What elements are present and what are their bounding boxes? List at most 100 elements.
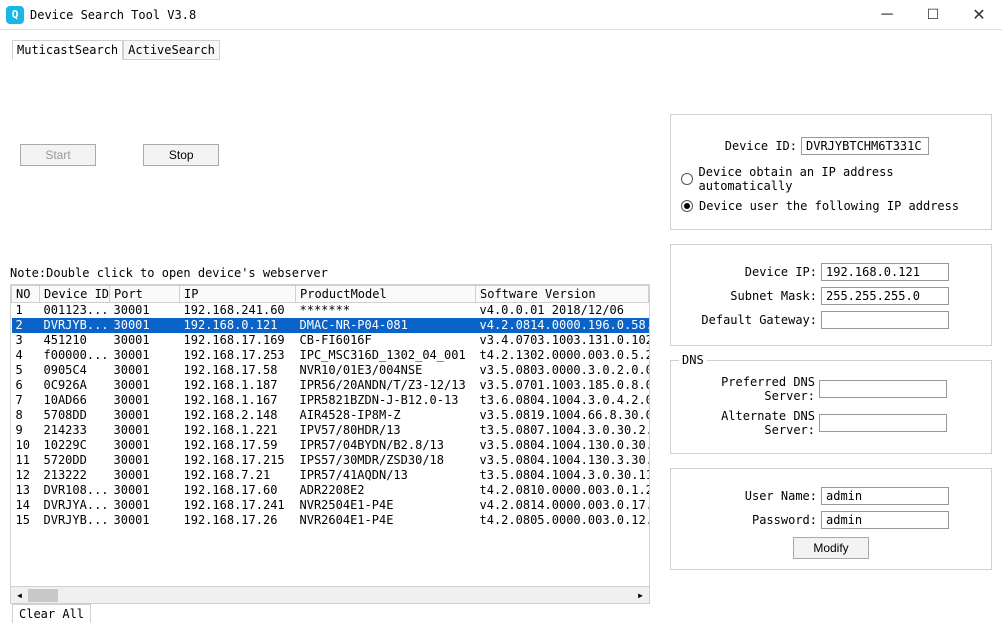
cell-no: 4 [12,348,40,363]
alt-dns-field[interactable] [819,414,947,432]
radio-manual-ip-label: Device user the following IP address [699,199,959,213]
cell-port: 30001 [110,513,180,528]
stop-button[interactable]: Stop [143,144,219,166]
cell-no: 9 [12,423,40,438]
cell-ver: v3.4.0703.1003.131.0.102.1. [476,333,649,348]
horizontal-scrollbar[interactable]: ◂ ▸ [11,586,649,603]
cell-no: 8 [12,408,40,423]
cell-no: 5 [12,363,40,378]
cell-ip: 192.168.1.221 [180,423,296,438]
cell-model: IPR57/41AQDN/13 [296,468,476,483]
start-button[interactable]: Start [20,144,96,166]
table-row[interactable]: 50905C430001192.168.17.58NVR10/01E3/004N… [12,363,649,378]
user-name-label: User Name: [681,489,821,503]
device-id-field[interactable] [801,137,929,155]
cell-id: DVRJYA... [40,498,110,513]
table-row[interactable]: 710AD6630001192.168.1.167IPR5821BZDN-J-B… [12,393,649,408]
password-label: Password: [681,513,821,527]
table-row[interactable]: 14DVRJYA...30001192.168.17.241NVR2504E1-… [12,498,649,513]
tab-active-search[interactable]: ActiveSearch [123,40,220,60]
table-row[interactable]: 15DVRJYB...30001192.168.17.26NVR2604E1-P… [12,513,649,528]
user-name-field[interactable] [821,487,949,505]
col-product-model[interactable]: ProductModel [296,286,476,303]
cell-model: NVR2504E1-P4E [296,498,476,513]
device-id-label: Device ID: [681,139,801,153]
cell-model: IPR57/04BYDN/B2.8/13 [296,438,476,453]
cell-no: 15 [12,513,40,528]
device-table[interactable]: NO Device ID Port IP ProductModel Softwa… [10,284,650,604]
cell-model: IPR56/20ANDN/T/Z3-12/13 [296,378,476,393]
cell-port: 30001 [110,318,180,333]
col-no[interactable]: NO [12,286,40,303]
table-row[interactable]: 1010229C30001192.168.17.59IPR57/04BYDN/B… [12,438,649,453]
table-row[interactable]: 1221322230001192.168.7.21IPR57/41AQDN/13… [12,468,649,483]
table-row[interactable]: 4f00000...30001192.168.17.253IPC_MSC316D… [12,348,649,363]
cell-ver: v4.0.0.01 2018/12/06 [476,303,649,319]
table-row[interactable]: 345121030001192.168.17.169CB-FI6016Fv3.4… [12,333,649,348]
default-gateway-field[interactable] [821,311,949,329]
table-row[interactable]: 60C926A30001192.168.1.187IPR56/20ANDN/T/… [12,378,649,393]
cell-model: CB-FI6016F [296,333,476,348]
col-ip[interactable]: IP [180,286,296,303]
radio-manual-ip[interactable] [681,200,693,212]
table-row[interactable]: 2DVRJYB...30001192.168.0.121DMAC-NR-P04-… [12,318,649,333]
tabs: MuticastSearch ActiveSearch [12,40,1002,60]
scroll-right-icon[interactable]: ▸ [632,587,649,604]
minimize-button[interactable]: ─ [864,0,910,30]
table-row[interactable]: 115720DD30001192.168.17.215IPS57/30MDR/Z… [12,453,649,468]
device-ip-field[interactable] [821,263,949,281]
cell-ver: v3.5.0819.1004.66.8.30.0.6 [476,408,649,423]
cell-id: 5708DD [40,408,110,423]
maximize-button[interactable]: ☐ [910,0,956,30]
alt-dns-label: Alternate DNS Server: [679,409,819,437]
cell-ip: 192.168.17.253 [180,348,296,363]
cell-id: 214233 [40,423,110,438]
window-title: Device Search Tool V3.8 [30,8,864,22]
password-field[interactable] [821,511,949,529]
cell-id: 213222 [40,468,110,483]
cell-model: NVR10/01E3/004NSE [296,363,476,378]
default-gateway-label: Default Gateway: [681,313,821,327]
cell-model: IPC_MSC316D_1302_04_001 [296,348,476,363]
subnet-mask-field[interactable] [821,287,949,305]
cell-ip: 192.168.7.21 [180,468,296,483]
cell-ip: 192.168.1.187 [180,378,296,393]
radio-auto-ip[interactable] [681,173,693,185]
table-row[interactable]: 13DVR108...30001192.168.17.60ADR2208E2t4… [12,483,649,498]
scroll-left-icon[interactable]: ◂ [11,587,28,604]
subnet-mask-label: Subnet Mask: [681,289,821,303]
device-id-panel: Device ID: Device obtain an IP address a… [670,114,992,230]
modify-button[interactable]: Modify [793,537,869,559]
note-text: Note:Double click to open device's webse… [10,266,660,280]
cell-no: 12 [12,468,40,483]
cell-model: AIR4528-IP8M-Z [296,408,476,423]
table-row[interactable]: 1001123...30001192.168.241.60*******v4.0… [12,303,649,319]
col-software-version[interactable]: Software Version [476,286,649,303]
table-row[interactable]: 921423330001192.168.1.221IPV57/80HDR/13t… [12,423,649,438]
ip-panel: Device IP: Subnet Mask: Default Gateway: [670,244,992,346]
cell-port: 30001 [110,378,180,393]
pref-dns-field[interactable] [819,380,947,398]
cell-ip: 192.168.17.26 [180,513,296,528]
app-logo-icon: Q [6,6,24,24]
cell-id: f00000... [40,348,110,363]
cell-ip: 192.168.17.60 [180,483,296,498]
cell-ip: 192.168.241.60 [180,303,296,319]
cell-port: 30001 [110,363,180,378]
close-button[interactable]: ✕ [956,0,1002,30]
tab-muticast-search[interactable]: MuticastSearch [12,40,123,60]
cell-ver: v3.5.0804.1004.130.0.30.31. [476,438,649,453]
cell-ip: 192.168.17.241 [180,498,296,513]
cell-port: 30001 [110,303,180,319]
col-port[interactable]: Port [110,286,180,303]
pref-dns-label: Preferred DNS Server: [679,375,819,403]
cell-port: 30001 [110,408,180,423]
scroll-thumb[interactable] [28,589,58,602]
col-device-id[interactable]: Device ID [40,286,110,303]
cell-model: IPS57/30MDR/ZSD30/18 [296,453,476,468]
cell-id: 5720DD [40,453,110,468]
table-row[interactable]: 85708DD30001192.168.2.148AIR4528-IP8M-Zv… [12,408,649,423]
cell-port: 30001 [110,438,180,453]
cell-model: DMAC-NR-P04-081 [296,318,476,333]
clear-all-button[interactable]: Clear All [12,604,91,623]
